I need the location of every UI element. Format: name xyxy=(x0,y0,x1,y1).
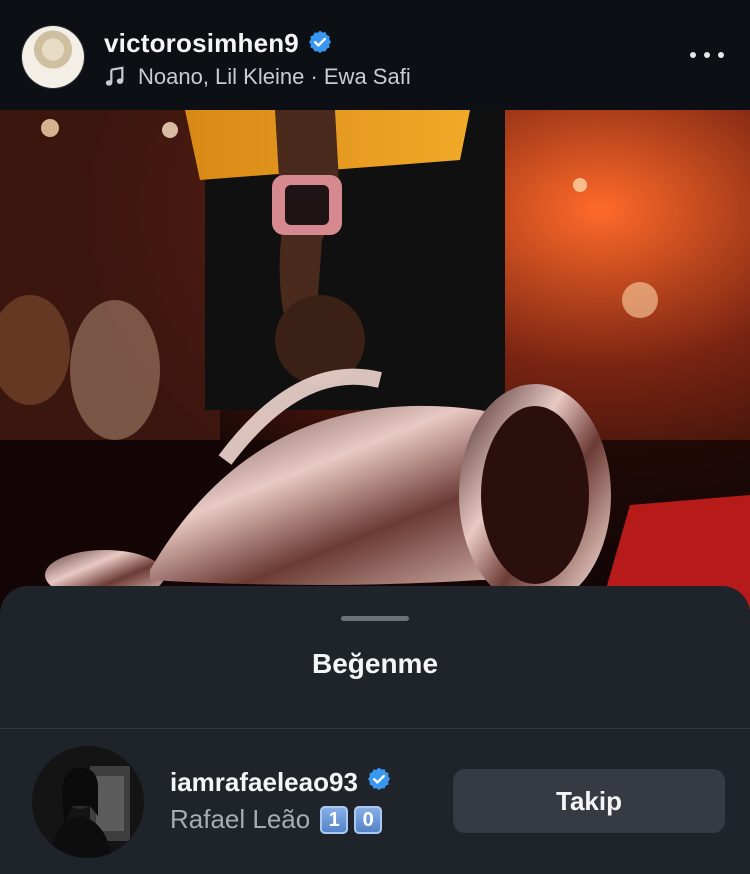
keycap-one-emoji: 1 xyxy=(320,805,349,834)
author-username-row[interactable]: victorosimhen9 xyxy=(104,28,333,62)
sheet-title: Beğenme xyxy=(311,648,439,679)
liker-display-name: Rafael Leão xyxy=(170,804,311,834)
liker-display-name-row: Rafael Leão 1 0 xyxy=(170,804,383,835)
more-options-icon[interactable] xyxy=(690,40,724,70)
music-note-icon xyxy=(104,66,126,88)
keycap-zero-emoji: 0 xyxy=(354,805,383,834)
author-avatar[interactable] xyxy=(22,26,84,88)
post-image[interactable] xyxy=(0,110,750,610)
liker-avatar[interactable] xyxy=(32,746,144,858)
verified-badge-icon xyxy=(307,29,333,62)
audio-title: Noano, Lil Kleine · Ewa Safi xyxy=(138,64,411,89)
follow-button[interactable]: Takip xyxy=(453,769,725,833)
post-photo xyxy=(0,110,750,610)
author-username[interactable]: victorosimhen9 xyxy=(104,28,299,58)
sheet-drag-handle[interactable] xyxy=(341,616,409,621)
liker-username[interactable]: iamrafaeleao93 xyxy=(170,767,358,798)
post-header: victorosimhen9 Noano, Lil Kleine · Ewa S… xyxy=(0,0,750,110)
verified-badge-icon xyxy=(366,766,392,799)
audio-info[interactable]: Noano, Lil Kleine · Ewa Safi xyxy=(104,64,411,90)
liker-username-row[interactable]: iamrafaeleao93 xyxy=(170,766,392,799)
likes-sheet: Beğenme iamrafaeleao93 Rafael Leão 1 0 T… xyxy=(0,586,750,874)
divider xyxy=(0,728,750,729)
